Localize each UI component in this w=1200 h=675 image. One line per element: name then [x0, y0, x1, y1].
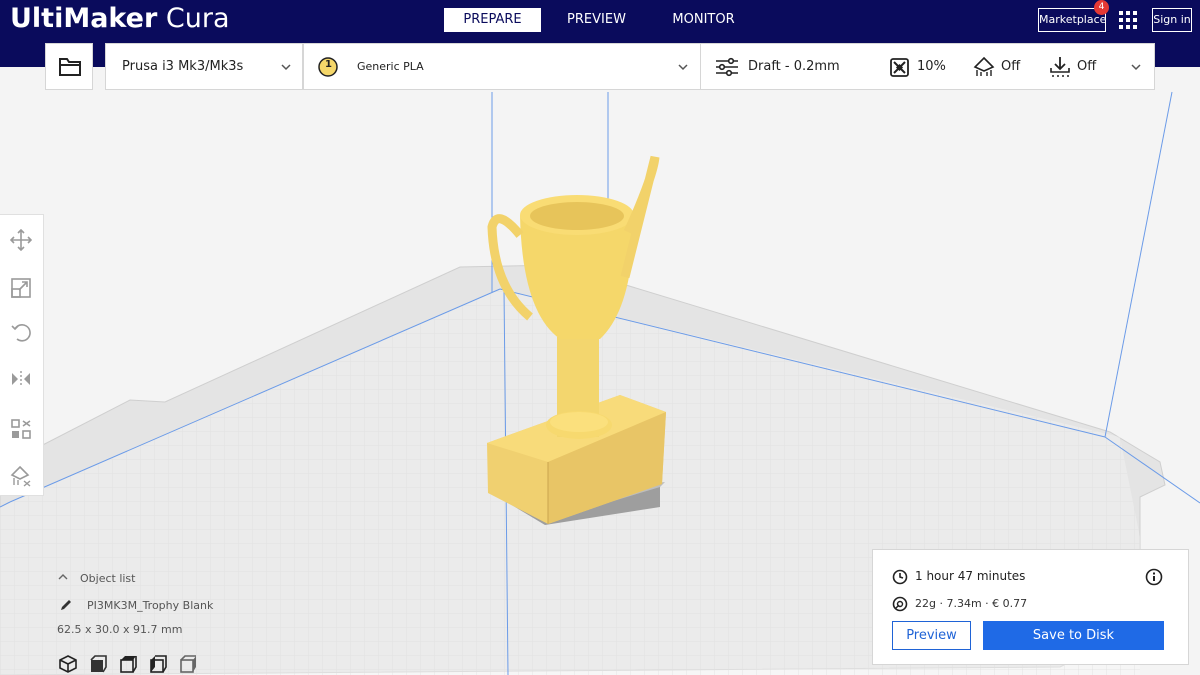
view-front-icon[interactable] — [88, 654, 108, 674]
tab-monitor[interactable]: MONITOR — [655, 8, 752, 32]
spool-icon — [892, 596, 908, 612]
material-selector[interactable]: 1 Generic PLA — [303, 43, 701, 90]
marketplace-badge: 4 — [1094, 0, 1109, 15]
chevron-down-icon — [678, 64, 688, 71]
object-list-toggle[interactable]: Object list — [80, 572, 135, 585]
settings-sliders-icon — [716, 57, 738, 77]
material-name: Generic PLA — [357, 60, 424, 73]
adhesion-value: Off — [1077, 59, 1097, 74]
print-time: 1 hour 47 minutes — [915, 569, 1026, 583]
print-summary-panel: 1 hour 47 minutes 22g · 7.34m · € 0.77 P… — [872, 549, 1189, 665]
app-logo: UltiMaker Cura — [10, 3, 230, 34]
material-usage: 22g · 7.34m · € 0.77 — [915, 597, 1028, 610]
view-top-icon[interactable] — [118, 654, 138, 674]
printer-selector[interactable]: Prusa i3 Mk3/Mk3s — [105, 43, 303, 90]
object-dimensions: 62.5 x 30.0 x 91.7 mm — [57, 623, 183, 636]
rotate-icon[interactable] — [10, 321, 32, 343]
clock-icon — [892, 569, 908, 585]
view-right-icon[interactable] — [178, 654, 198, 674]
printer-name: Prusa i3 Mk3/Mk3s — [122, 59, 244, 74]
support-icon — [973, 56, 995, 76]
move-icon[interactable] — [10, 229, 32, 251]
per-model-settings-icon[interactable] — [10, 418, 32, 440]
adhesion-icon — [1050, 57, 1070, 77]
scale-icon[interactable] — [10, 277, 32, 299]
support-value: Off — [1001, 59, 1021, 74]
transform-toolbar — [0, 214, 44, 496]
mirror-icon[interactable] — [10, 368, 32, 390]
open-file-button[interactable] — [45, 43, 93, 90]
chevron-down-icon — [1131, 64, 1141, 71]
infill-value: 10% — [917, 59, 946, 74]
tab-preview[interactable]: PREVIEW — [548, 8, 645, 32]
folder-icon — [59, 58, 81, 76]
chevron-up-icon[interactable] — [58, 573, 68, 581]
info-icon[interactable] — [1145, 568, 1163, 586]
print-settings-selector[interactable]: Draft - 0.2mm 10% Off Off — [700, 43, 1155, 90]
object-name: PI3MK3M_Trophy Blank — [87, 599, 214, 612]
profile-name: Draft - 0.2mm — [748, 59, 840, 74]
view-left-icon[interactable] — [148, 654, 168, 674]
preview-button[interactable]: Preview — [892, 621, 971, 650]
apps-grid-icon[interactable] — [1118, 10, 1138, 30]
sign-in-button[interactable]: Sign in — [1152, 8, 1192, 32]
save-to-disk-button[interactable]: Save to Disk — [983, 621, 1164, 650]
edit-icon[interactable] — [59, 598, 73, 612]
support-blocker-icon[interactable] — [10, 465, 32, 487]
view-3d-icon[interactable] — [58, 654, 78, 674]
tab-prepare[interactable]: PREPARE — [444, 8, 541, 32]
infill-icon — [890, 58, 909, 77]
chevron-down-icon — [281, 64, 291, 71]
extruder-number: 1 — [325, 59, 332, 70]
